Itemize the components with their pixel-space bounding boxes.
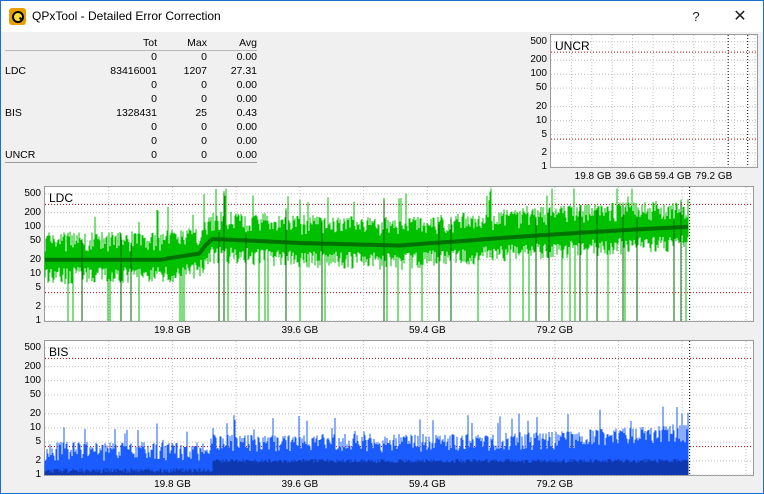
y-tick-label: 1 xyxy=(35,315,41,326)
header-tot: Tot xyxy=(142,37,157,49)
stats-row: 0 0 0.00 xyxy=(5,79,257,93)
stats-row-avg: 0.00 xyxy=(236,149,257,161)
y-tick-label: 50 xyxy=(29,388,41,400)
stats-rows: 0 0 0.00 LDC 83416001 1207 27.31 0 0 0.00 0 0 0.00 BI… xyxy=(5,51,257,163)
y-tick-label: 200 xyxy=(24,206,41,218)
bis-chart-svg xyxy=(44,340,754,476)
window-title: QPxTool - Detailed Error Correction xyxy=(32,9,221,23)
stats-row: UNCR 0 0 0.00 xyxy=(5,149,257,163)
x-tick-label: 59.4 GB xyxy=(408,325,446,336)
header-max: Max xyxy=(187,37,207,49)
stats-table: Tot Max Avg 0 0 0.00 LDC 83416001 1207 27.31 0 0… xyxy=(5,37,257,163)
y-tick-label: 1 xyxy=(541,161,547,172)
y-tick-label: 1 xyxy=(35,469,41,480)
stats-row: 0 0 0.00 xyxy=(5,135,257,149)
qpxtool-app-icon xyxy=(9,8,26,25)
stats-divider xyxy=(5,162,257,163)
x-tick-label: 79.2 GB xyxy=(695,171,733,182)
y-tick-label: 20 xyxy=(535,100,547,112)
stats-row-max: 0 xyxy=(201,51,207,63)
y-tick-label: 20 xyxy=(29,407,41,419)
header-avg: Avg xyxy=(239,37,257,49)
y-tick-label: 100 xyxy=(24,220,41,232)
stats-row: 0 0 0.00 xyxy=(5,93,257,107)
y-tick-label: 100 xyxy=(530,68,547,80)
bis-title: BIS xyxy=(49,345,69,359)
y-tick-label: 500 xyxy=(24,341,41,353)
close-button[interactable]: ✕ xyxy=(723,5,757,29)
stats-row-tot: 1328431 xyxy=(116,107,157,119)
stats-row: BIS 1328431 25 0.43 xyxy=(5,107,257,121)
y-tick-label: 10 xyxy=(29,267,41,279)
y-tick-label: 10 xyxy=(29,421,41,433)
ldc-chart-svg xyxy=(44,186,754,322)
stats-header: Tot Max Avg xyxy=(5,37,257,51)
y-tick-label: 500 xyxy=(530,35,547,47)
y-tick-label: 2 xyxy=(35,300,41,312)
x-tick-label: 19.8 GB xyxy=(154,479,191,490)
x-tick-label: 79.2 GB xyxy=(536,479,574,490)
stats-row-label: UNCR xyxy=(5,149,36,161)
stats-row-avg: 0.00 xyxy=(236,93,257,105)
stats-row-max: 0 xyxy=(201,121,207,133)
uncr-chart-svg xyxy=(550,34,758,168)
uncr-title: UNCR xyxy=(555,39,590,53)
uncr-chart: 500 200 100 50 20 10 5 2 1 19.8 GB 39.6 GB 59.4 GB 7… xyxy=(521,34,758,185)
stats-row-avg: 0.00 xyxy=(236,51,257,63)
stats-row-avg: 0.00 xyxy=(236,135,257,147)
stats-row-tot: 0 xyxy=(151,121,157,133)
y-tick-label: 200 xyxy=(24,360,41,372)
x-tick-label: 79.2 GB xyxy=(536,325,574,336)
stats-row: 0 0 0.00 xyxy=(5,121,257,135)
y-tick-label: 5 xyxy=(35,436,41,448)
stats-row-label: LDC xyxy=(5,65,27,77)
help-button[interactable]: ? xyxy=(681,5,711,29)
y-tick-label: 10 xyxy=(535,114,547,126)
y-tick-label: 500 xyxy=(24,187,41,199)
y-tick-label: 5 xyxy=(35,282,41,294)
ldc-title: LDC xyxy=(49,191,74,205)
y-tick-label: 2 xyxy=(35,454,41,466)
y-tick-label: 50 xyxy=(535,82,547,94)
stats-row-max: 0 xyxy=(201,93,207,105)
stats-row: LDC 83416001 1207 27.31 xyxy=(5,65,257,79)
y-tick-label: 100 xyxy=(24,374,41,386)
plot-frame xyxy=(550,34,758,168)
title-bar: QPxTool - Detailed Error Correction ? ✕ xyxy=(1,1,763,32)
stats-row-tot: 0 xyxy=(151,149,157,161)
stats-row-tot: 0 xyxy=(151,93,157,105)
qpxtool-window: QPxTool - Detailed Error Correction ? ✕ … xyxy=(0,0,764,494)
stats-row-max: 0 xyxy=(201,135,207,147)
y-tick-label: 200 xyxy=(530,54,547,66)
x-tick-label: 39.6 GB xyxy=(281,325,319,336)
x-tick-label: 39.6 GB xyxy=(281,479,319,490)
stats-row-avg: 0.43 xyxy=(236,107,257,119)
stats-row: 0 0 0.00 xyxy=(5,51,257,65)
x-tick-label: 59.4 GB xyxy=(408,479,446,490)
bis-chart: 500 200 100 50 20 10 5 2 1 19.8 GB 39.6 GB 59.4 GB 7… xyxy=(9,340,757,493)
stats-row-avg: 0.00 xyxy=(236,121,257,133)
stats-row-tot: 83416001 xyxy=(110,65,157,77)
ldc-chart: 500 200 100 50 20 10 5 2 1 19.8 GB 39.6 GB 59.4 GB 7… xyxy=(9,186,757,339)
stats-row-max: 25 xyxy=(195,107,207,119)
y-tick-label: 20 xyxy=(29,253,41,265)
x-tick-label: 19.8 GB xyxy=(154,325,191,336)
stats-row-avg: 0.00 xyxy=(236,79,257,91)
stats-row-max: 0 xyxy=(201,149,207,161)
stats-row-avg: 27.31 xyxy=(230,65,257,77)
stats-row-max: 1207 xyxy=(183,65,207,77)
stats-row-max: 0 xyxy=(201,79,207,91)
stats-row-tot: 0 xyxy=(151,51,157,63)
y-tick-label: 2 xyxy=(541,147,547,159)
stats-row-label: BIS xyxy=(5,107,22,119)
stats-row-tot: 0 xyxy=(151,135,157,147)
y-tick-label: 5 xyxy=(541,128,547,140)
stats-row-tot: 0 xyxy=(151,79,157,91)
y-tick-label: 50 xyxy=(29,234,41,246)
